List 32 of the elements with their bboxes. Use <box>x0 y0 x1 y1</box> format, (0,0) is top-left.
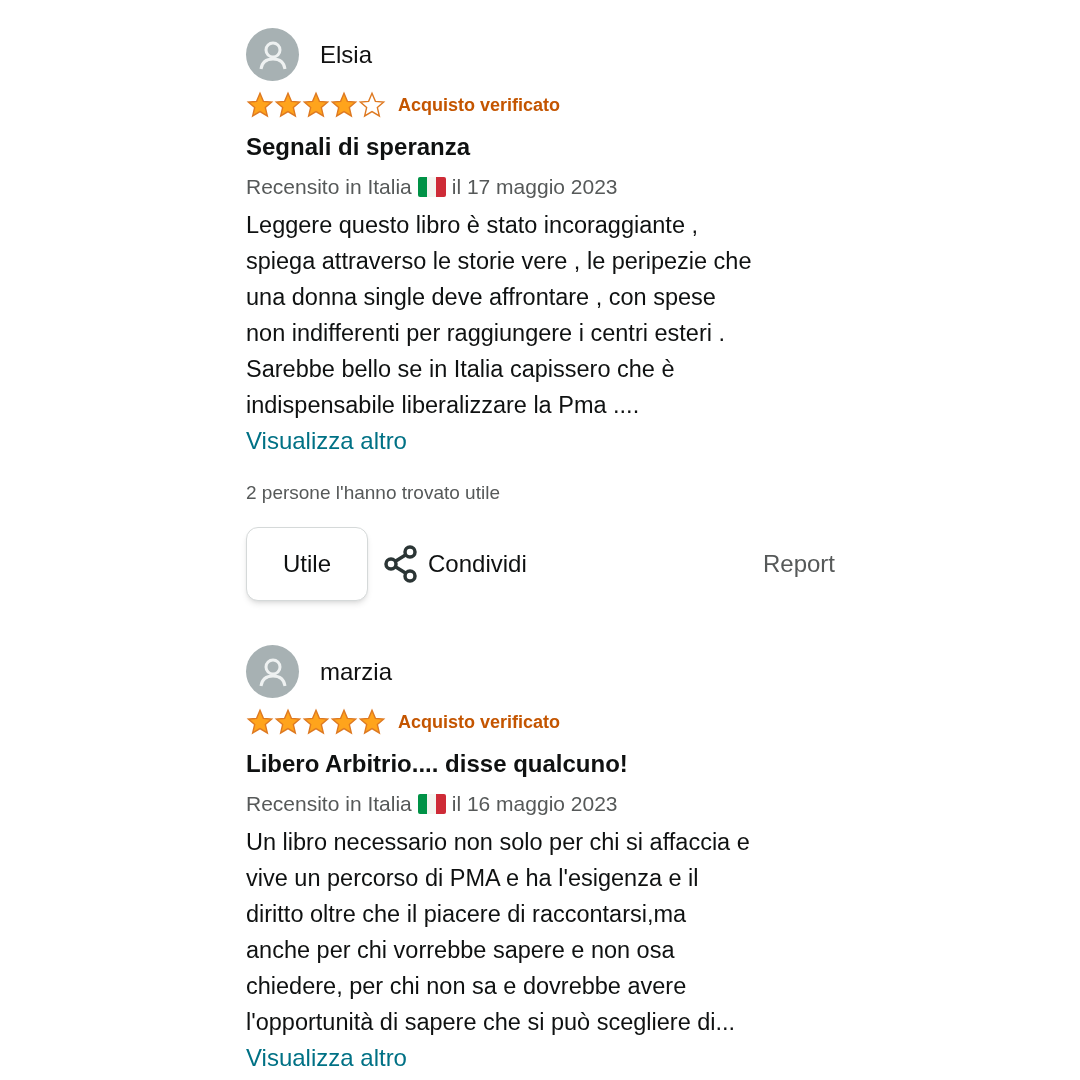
review-location: Recensito in Italia <box>246 174 412 200</box>
helpful-count: 2 persone l'hanno trovato utile <box>246 480 501 505</box>
star-filled-icon <box>330 708 358 736</box>
review-text: Leggere questo libro è stato incoraggiante , spiega attraverso le storie vere , le peripezie che una donna single deve affrontare , con spese non indifferenti per raggiungere i centri esteri . Sarebbe bello se in Italia capissero che è indispensabile liberalizzare la Pma .... <box>246 210 753 420</box>
helpful-button[interactable]: Utile <box>246 527 368 601</box>
star-filled-icon <box>358 708 386 736</box>
review-date: il 16 maggio 2023 <box>451 791 618 817</box>
review-text: Un libro necessario non solo per chi si affaccia e vive un percorso di PMA e ha l'esigenza e il diritto oltre che il piacere di raccontarsi,ma anche per chi vorrebbe sapere e non osa chiedere, per chi non sa e dovrebbe avere l'opportunità di sapere che si può scegliere di... <box>246 827 751 1037</box>
italy-flag-icon <box>417 793 446 814</box>
avatar-icon <box>246 28 299 81</box>
italy-flag-icon <box>417 176 446 197</box>
verified-purchase-label: Acquisto verificato <box>398 93 561 117</box>
reviewer-name: Elsia <box>320 39 373 70</box>
avatar-icon <box>246 645 299 698</box>
reviewer-name: marzia <box>320 656 392 687</box>
verified-purchase-label: Acquisto verificato <box>398 710 561 734</box>
star-filled-icon <box>330 91 358 119</box>
see-more-link[interactable]: Visualizza altro <box>246 422 407 459</box>
star-filled-icon <box>246 91 274 119</box>
report-link[interactable]: Report <box>762 546 835 582</box>
review-title: Libero Arbitrio.... disse qualcuno! <box>246 749 629 779</box>
star-filled-icon <box>246 708 274 736</box>
review-location: Recensito in Italia <box>246 791 412 817</box>
share-icon <box>382 544 420 584</box>
star-filled-icon <box>274 91 302 119</box>
review-date: il 17 maggio 2023 <box>451 174 618 200</box>
review-title: Segnali di speranza <box>246 132 472 162</box>
star-filled-icon <box>302 91 330 119</box>
share-button[interactable]: Condividi <box>382 544 527 584</box>
star-filled-icon <box>274 708 302 736</box>
see-more-link[interactable]: Visualizza altro <box>246 1039 407 1076</box>
star-filled-icon <box>302 708 330 736</box>
